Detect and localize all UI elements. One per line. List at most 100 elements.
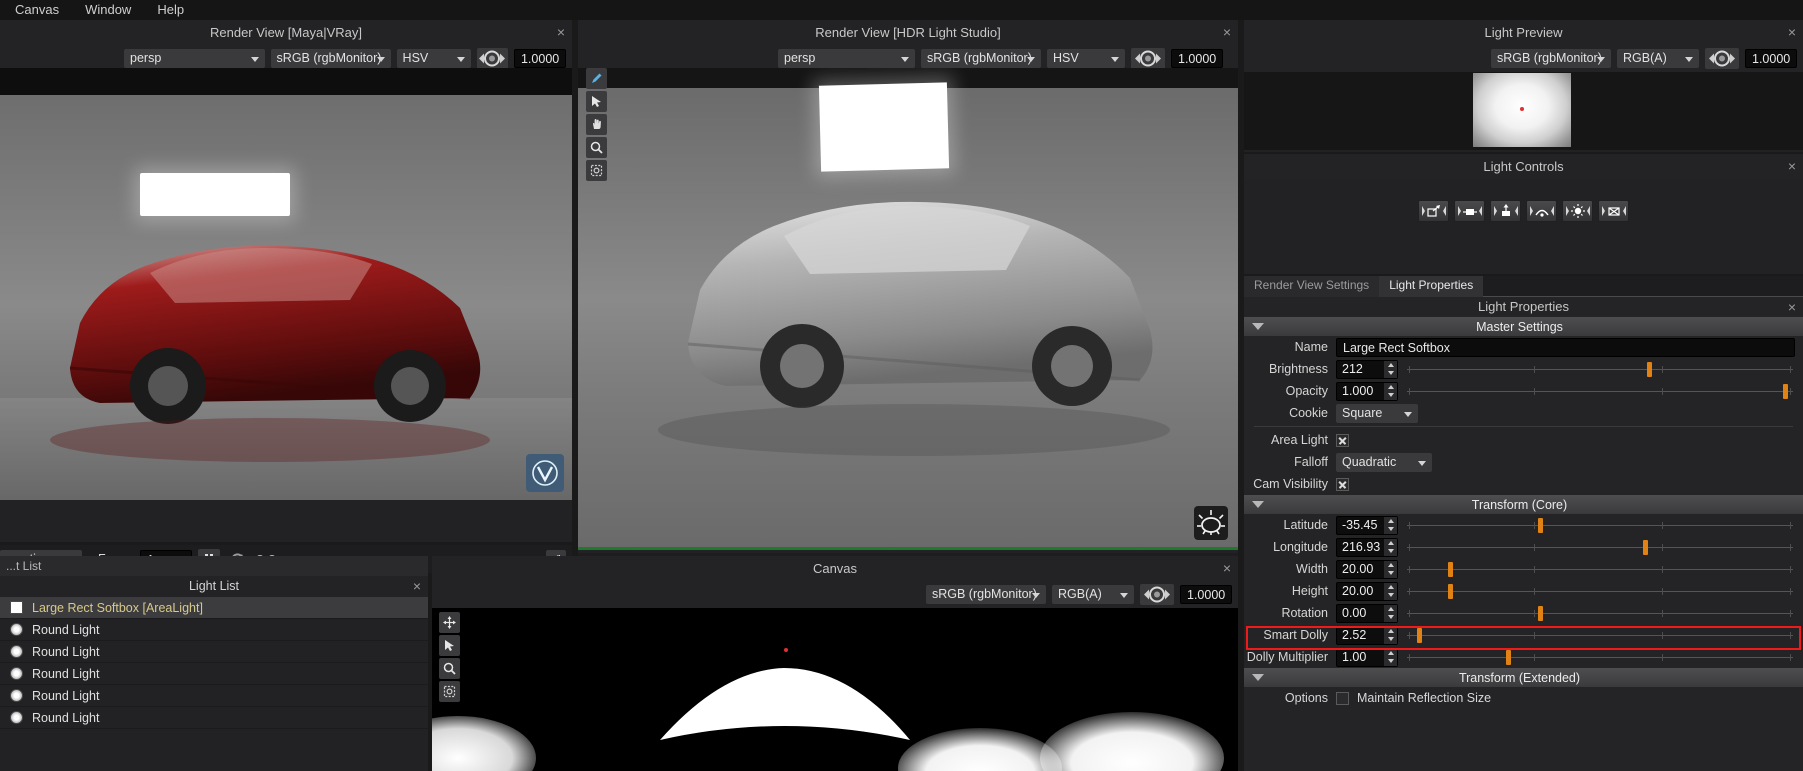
area-light-checkbox[interactable]: [1336, 433, 1349, 447]
camera-select-hdr[interactable]: persp: [778, 49, 915, 68]
rotation-spinner[interactable]: 0.00: [1336, 603, 1398, 623]
latitude-stepper[interactable]: [1384, 516, 1397, 534]
center-light-icon[interactable]: [1490, 200, 1521, 222]
longitude-slider[interactable]: [1405, 537, 1795, 557]
close-icon[interactable]: ×: [1223, 20, 1231, 45]
exposure-field-preview[interactable]: 1.0000: [1745, 49, 1797, 68]
smart-dolly-slider[interactable]: [1405, 625, 1795, 645]
section-transform-core[interactable]: Transform (Core): [1244, 495, 1803, 514]
aperture-icon[interactable]: [1705, 48, 1739, 69]
colorspace-select-preview[interactable]: sRGB (rgbMonitor): [1491, 49, 1611, 68]
dolly-multiplier-spinner[interactable]: 1.00: [1336, 647, 1398, 667]
fit-icon[interactable]: [586, 160, 607, 181]
move-light-icon[interactable]: [1418, 200, 1449, 222]
colorspace-select-canvas[interactable]: sRGB (rgbMonitor): [926, 585, 1046, 604]
aperture-icon[interactable]: [1131, 48, 1165, 69]
section-transform-extended[interactable]: Transform (Extended): [1244, 668, 1803, 687]
channel-select-canvas[interactable]: RGB(A): [1052, 585, 1134, 604]
menu-item-window[interactable]: Window: [74, 0, 142, 20]
brightness-spinner[interactable]: 212: [1336, 359, 1398, 379]
light-swatch-icon: [10, 645, 23, 658]
brightness-stepper[interactable]: [1384, 360, 1397, 378]
camera-select-maya[interactable]: persp: [124, 49, 265, 68]
tab-render-view-settings[interactable]: Render View Settings: [1244, 276, 1380, 297]
render-image-maya[interactable]: [0, 68, 572, 500]
list-item[interactable]: Round Light: [0, 685, 428, 707]
exposure-field-hdr[interactable]: 1.0000: [1171, 49, 1223, 68]
pencil-icon[interactable]: [586, 68, 607, 89]
list-item-label: Large Rect Softbox [AreaLight]: [32, 600, 203, 615]
chevron-down-icon: [1685, 57, 1693, 62]
name-field[interactable]: Large Rect Softbox: [1336, 337, 1795, 357]
aperture-icon[interactable]: [1140, 584, 1174, 605]
channel-select-maya[interactable]: HSV: [396, 49, 471, 68]
tab-light-properties[interactable]: Light Properties: [1379, 276, 1484, 297]
height-slider[interactable]: [1405, 581, 1795, 601]
brightness-light-icon[interactable]: [1562, 200, 1593, 222]
height-stepper[interactable]: [1384, 582, 1397, 600]
render-view-maya-title: Render View [Maya|VRay] ×: [0, 20, 572, 45]
colorspace-select-hdr[interactable]: sRGB (rgbMonitor): [921, 49, 1041, 68]
dolly-multiplier-slider[interactable]: [1405, 647, 1795, 667]
smart-dolly-stepper[interactable]: [1384, 626, 1397, 644]
latitude-slider[interactable]: [1405, 515, 1795, 535]
list-item[interactable]: Round Light: [0, 641, 428, 663]
zoom-icon[interactable]: [439, 658, 460, 679]
opacity-stepper[interactable]: [1384, 382, 1397, 400]
width-slider[interactable]: [1405, 559, 1795, 579]
menu-item-help[interactable]: Help: [146, 0, 195, 20]
smart-dolly-value: 2.52: [1342, 627, 1367, 642]
opacity-slider[interactable]: [1405, 381, 1795, 401]
dolly-multiplier-stepper[interactable]: [1384, 648, 1397, 666]
rotation-slider[interactable]: [1405, 603, 1795, 623]
close-icon[interactable]: ×: [413, 576, 421, 597]
section-master-settings[interactable]: Master Settings: [1244, 317, 1803, 336]
close-icon[interactable]: ×: [1223, 556, 1231, 581]
latitude-spinner[interactable]: -35.45: [1336, 515, 1398, 535]
falloff-select[interactable]: Quadratic: [1336, 452, 1432, 472]
exposure-field-maya[interactable]: 1.0000: [513, 49, 566, 68]
rotation-stepper[interactable]: [1384, 604, 1397, 622]
cursor-icon[interactable]: [586, 91, 607, 112]
render-image-hdr[interactable]: [578, 68, 1238, 550]
height-spinner[interactable]: 20.00: [1336, 581, 1398, 601]
menu-item-canvas[interactable]: Canvas: [4, 0, 70, 20]
move-icon[interactable]: [439, 612, 460, 633]
list-item[interactable]: Round Light: [0, 663, 428, 685]
channel-select-hdr[interactable]: HSV: [1047, 49, 1125, 68]
cursor-icon[interactable]: [439, 635, 460, 656]
close-icon[interactable]: ×: [1788, 297, 1796, 317]
chevron-down-icon: [1027, 57, 1035, 62]
canvas-stage[interactable]: [432, 608, 1238, 771]
zoom-icon[interactable]: [586, 137, 607, 158]
rotate-light-icon[interactable]: [1526, 200, 1557, 222]
width-spinner[interactable]: 20.00: [1336, 559, 1398, 579]
delete-light-icon[interactable]: [1598, 200, 1629, 222]
cookie-select[interactable]: Square: [1336, 403, 1418, 423]
longitude-stepper[interactable]: [1384, 538, 1397, 556]
close-icon[interactable]: ×: [1788, 20, 1796, 45]
brightness-slider[interactable]: [1405, 359, 1795, 379]
fit-icon[interactable]: [439, 681, 460, 702]
close-icon[interactable]: ×: [557, 20, 565, 45]
close-icon[interactable]: ×: [1788, 154, 1796, 179]
maintain-reflection-size-checkbox[interactable]: [1336, 691, 1349, 705]
pan-icon[interactable]: [586, 114, 607, 135]
smart-dolly-spinner[interactable]: 2.52: [1336, 625, 1398, 645]
scale-light-icon[interactable]: [1454, 200, 1485, 222]
width-stepper[interactable]: [1384, 560, 1397, 578]
longitude-spinner[interactable]: 216.93: [1336, 537, 1398, 557]
list-item[interactable]: Large Rect Softbox [AreaLight]: [0, 597, 428, 619]
channel-select-preview[interactable]: RGB(A): [1617, 49, 1699, 68]
exposure-field-canvas[interactable]: 1.0000: [1180, 585, 1232, 604]
render-view-maya-panel: Render View [Maya|VRay] × persp sRGB (rg…: [0, 20, 572, 573]
opacity-spinner[interactable]: 1.000: [1336, 381, 1398, 401]
colorspace-select-maya[interactable]: sRGB (rgbMonitor): [270, 49, 391, 68]
light-swatch-icon: [10, 711, 23, 724]
light-preview-stage[interactable]: [1244, 72, 1803, 150]
cam-visibility-checkbox[interactable]: [1336, 477, 1349, 491]
light-controls-title-text: Light Controls: [1483, 159, 1564, 174]
aperture-icon[interactable]: [476, 48, 508, 69]
list-item[interactable]: Round Light: [0, 619, 428, 641]
list-item[interactable]: Round Light: [0, 707, 428, 729]
